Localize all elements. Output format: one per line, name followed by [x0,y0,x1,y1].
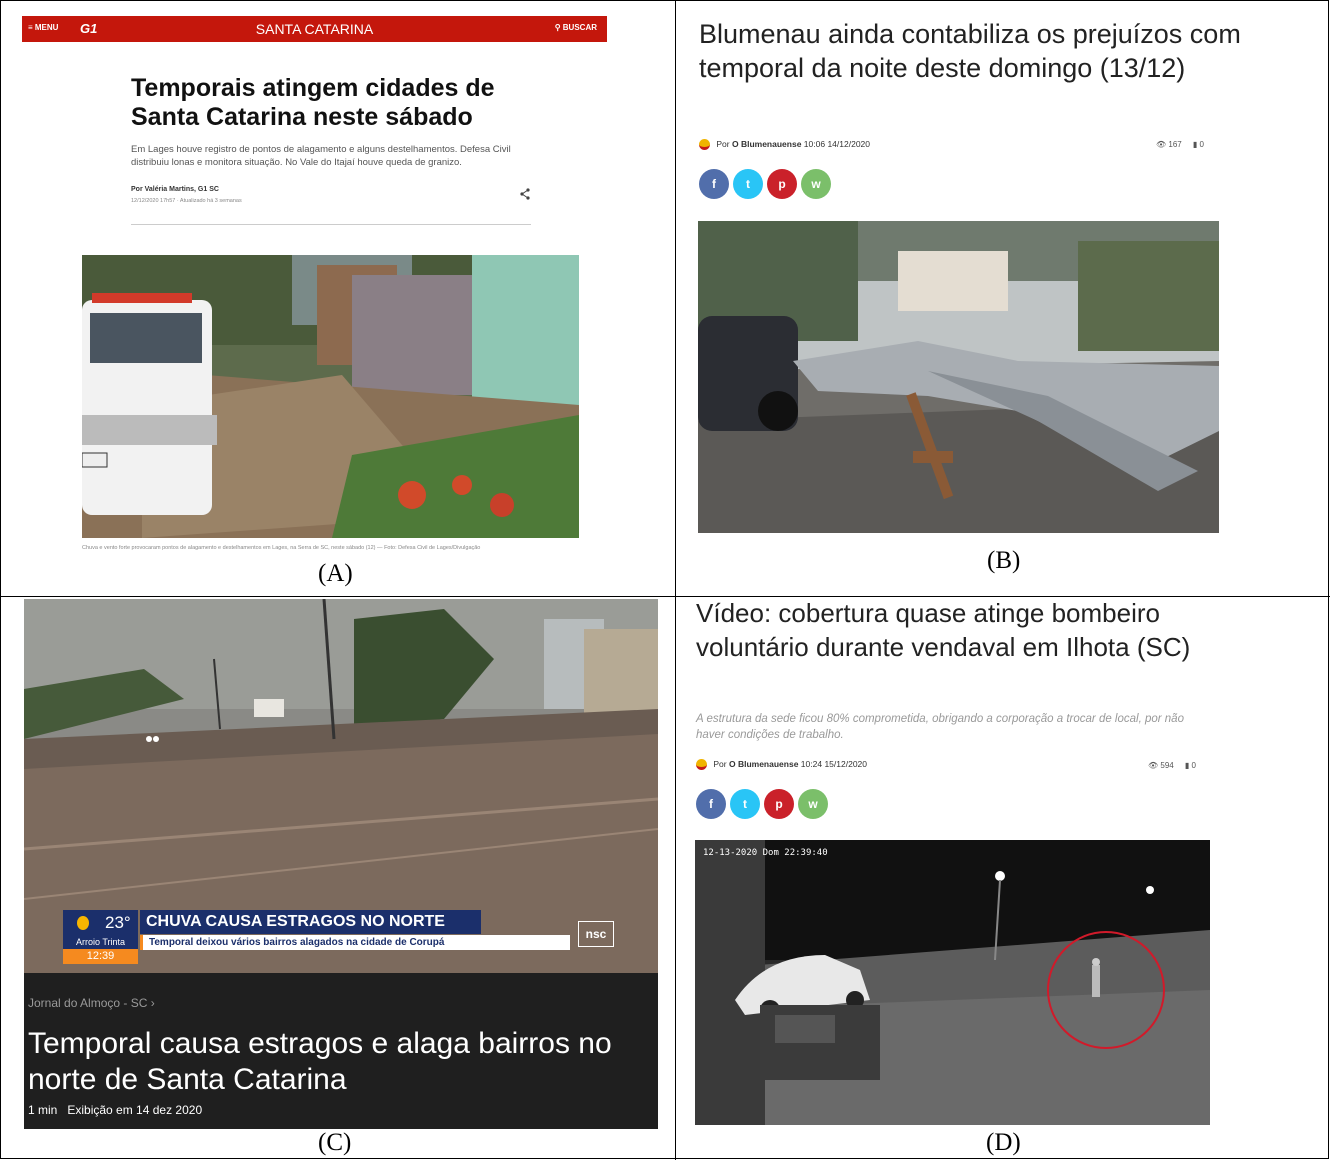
flooded-street-photo [82,255,579,538]
social-share-bar: f t p w [699,169,831,199]
author-avatar [699,139,710,151]
panel-b-label: (B) [987,547,1021,574]
twitter-share-button[interactable]: t [733,169,763,199]
vertical-divider [675,0,676,1160]
share-icon[interactable] [519,188,531,203]
article-subtitle: A estrutura da sede ficou 80% comprometi… [696,713,1184,741]
article-byline: Por O Blumenauense 10:06 14/12/2020 [699,139,870,151]
view-count: 594 [1160,761,1174,770]
author-avatar [696,759,707,771]
comment-count: 0 [1199,140,1204,149]
panel-d-label: (D) [986,1129,1021,1156]
author-name[interactable]: O Blumenauense [732,139,801,149]
panel-a-label: (A) [318,560,353,587]
tv-headline: CHUVA CAUSA ESTRAGOS NO NORTE [140,910,481,934]
panel-c-label: (C) [318,1129,352,1156]
comment-icon: ▮ [1192,140,1198,149]
twitter-share-button[interactable]: t [730,789,760,819]
roof-damage-photo [698,221,1219,533]
by-prefix: Por [716,139,730,149]
facebook-share-button[interactable]: f [696,789,726,819]
article-stats: 👁 167 ▮ 0 [1156,140,1204,149]
post-date: 15/12/2020 [824,759,867,769]
article-byline: Por O Blumenauense 10:24 15/12/2020 [696,759,867,771]
photo-caption: Chuva e vento forte provocaram pontos de… [82,545,481,551]
video-meta: 1 min Exibição em 14 dez 2020 [28,1103,202,1117]
video-title[interactable]: Temporal causa estragos e alaga bairros … [28,1026,648,1098]
comment-count: 0 [1191,761,1196,770]
pinterest-share-button[interactable]: p [764,789,794,819]
article-divider [131,224,531,225]
cctv-video-frame[interactable] [695,840,1210,1125]
weather-badge: 23° [63,910,138,936]
article-date: 12/12/2020 17h57 · Atualizado há 3 seman… [131,198,242,204]
post-time: 10:06 [803,139,826,149]
comment-icon: ▮ [1184,761,1190,770]
facebook-share-button[interactable]: f [699,169,729,199]
view-count: 167 [1168,140,1182,149]
pinterest-share-button[interactable]: p [767,169,797,199]
article-author: Por Valéria Martins, G1 SC [131,186,219,193]
g1-header-bar: ≡ MENU G1 SANTA CATARINA ⚲ BUSCAR [22,16,607,42]
eye-icon: 👁 [1156,140,1167,149]
whatsapp-share-button[interactable]: w [801,169,831,199]
article-stats: 👁 594 ▮ 0 [1148,761,1196,770]
article-headline: Vídeo: cobertura quase atinge bombeiro v… [696,598,1191,662]
eye-icon: 👁 [1148,761,1159,770]
section-title: SANTA CATARINA [255,21,374,37]
post-time: 10:24 [800,759,823,769]
whatsapp-share-button[interactable]: w [798,789,828,819]
program-link[interactable]: Jornal do Almoço - SC › [28,996,155,1010]
cctv-timestamp: 12-13-2020 Dom 22:39:40 [703,848,828,858]
sun-icon [77,916,89,930]
tv-clock: 12:39 [63,949,138,964]
article-headline: Temporais atingem cidades de Santa Catar… [131,74,495,131]
author-name[interactable]: O Blumenauense [729,759,798,769]
article-headline: Blumenau ainda contabiliza os prejuízos … [699,19,1241,83]
tv-ticker: Temporal deixou vários bairros alagados … [140,935,570,950]
nsc-logo: nsc [578,921,614,947]
post-date: 14/12/2020 [827,139,870,149]
video-duration: 1 min [28,1103,58,1117]
search-button[interactable]: ⚲ BUSCAR [555,23,597,32]
by-prefix: Por [713,759,727,769]
article-subtitle: Em Lages houve registro de pontos de ala… [131,144,511,168]
tv-city: Arroio Trinta [63,936,138,949]
temperature: 23° [105,913,131,932]
social-share-bar: f t p w [696,789,828,819]
video-air-date: Exibição em 14 dez 2020 [67,1103,203,1117]
